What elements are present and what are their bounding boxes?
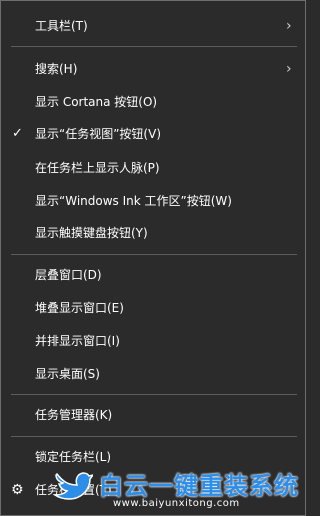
watermark-title: 白云一键重装系统 [99,472,299,500]
watermark-url: www.baiyunxitong.com [113,498,240,509]
menu-item-label: 显示“任务视图”按钮(V) [35,127,162,141]
menu-item-label: 搜索(H) [35,62,78,76]
menu-item-cascade-windows[interactable]: 层叠窗口(D) [1,260,305,290]
menu-item-toolbars[interactable]: 工具栏(T) › [1,11,305,41]
menu-separator [11,394,297,395]
menu-item-show-task-view-button[interactable]: ✓ 显示“任务视图”按钮(V) [1,119,305,149]
menu-separator [11,436,297,437]
taskbar-context-menu: 工具栏(T) › 搜索(H) › 显示 Cortana 按钮(O) ✓ 显示“任… [0,0,306,516]
chevron-right-icon: › [286,61,292,77]
menu-item-label: 任务管理器(K) [35,408,113,422]
checkmark-icon: ✓ [12,126,23,141]
menu-item-show-cortana-button[interactable]: 显示 Cortana 按钮(O) [1,87,305,117]
menu-item-show-touch-keyboard-button[interactable]: 显示触摸键盘按钮(Y) [1,218,305,248]
chevron-right-icon: › [286,18,292,34]
menu-item-stack-windows[interactable]: 堆叠显示窗口(E) [1,293,305,323]
menu-item-task-manager[interactable]: 任务管理器(K) [1,400,305,430]
menu-item-label: 显示触摸键盘按钮(Y) [35,226,148,240]
menu-item-label: 工具栏(T) [35,19,88,33]
menu-item-side-by-side-windows[interactable]: 并排显示窗口(I) [1,326,305,356]
menu-item-label: 显示桌面(S) [35,367,100,381]
menu-item-label: 显示 Cortana 按钮(O) [35,95,158,109]
menu-item-label: 层叠窗口(D) [35,268,102,282]
menu-item-label: 堆叠显示窗口(E) [35,301,124,315]
bird-logo-icon [53,472,93,500]
menu-item-label: 并排显示窗口(I) [35,334,120,348]
menu-item-search[interactable]: 搜索(H) › [1,54,305,84]
watermark: 白云一键重装系统 www.baiyunxitong.com [53,466,303,514]
menu-separator [11,46,297,47]
gear-icon: ⚙ [11,482,24,498]
menu-item-show-desktop[interactable]: 显示桌面(S) [1,359,305,389]
menu-item-show-windows-ink-button[interactable]: 显示“Windows Ink 工作区”按钮(W) [1,186,305,216]
menu-item-label: 在任务栏上显示人脉(P) [35,161,160,175]
menu-item-show-people[interactable]: 在任务栏上显示人脉(P) [1,153,305,183]
menu-item-label: 显示“Windows Ink 工作区”按钮(W) [35,194,232,208]
menu-separator [11,254,297,255]
